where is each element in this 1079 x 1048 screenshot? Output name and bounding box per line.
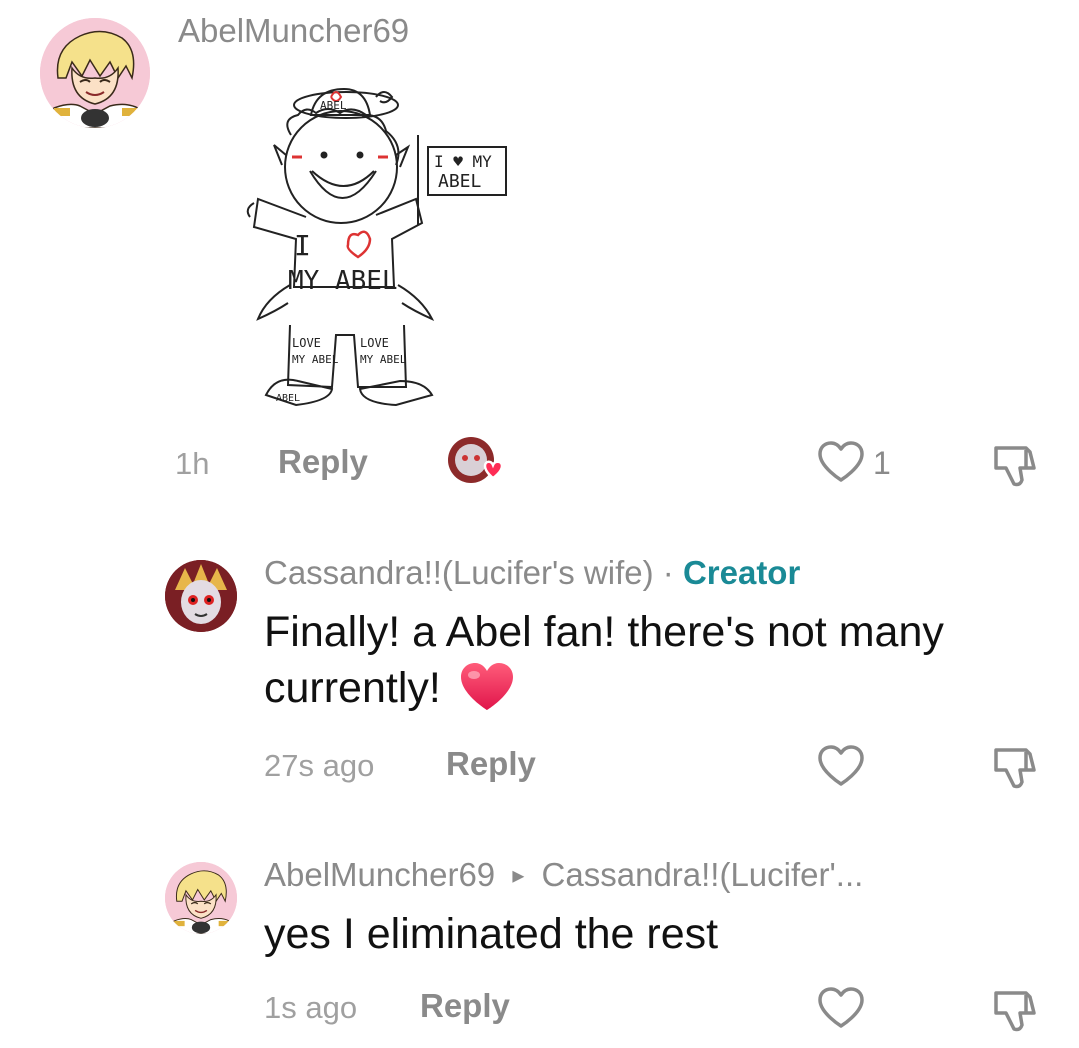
comment-time: 27s ago xyxy=(264,748,375,783)
shoe-text: ABEL xyxy=(276,393,300,404)
cap-text: ABEL xyxy=(320,99,347,112)
heart-outline-icon xyxy=(818,745,864,786)
comment-text-content: Finally! a Abel fan! there's not many cu… xyxy=(264,608,944,712)
thumbs-down-icon xyxy=(994,991,1036,1032)
avatar[interactable] xyxy=(165,560,237,632)
dislike-button[interactable] xyxy=(990,985,1040,1035)
anime-avatar-icon xyxy=(40,18,150,128)
comment-text: yes I eliminated the rest xyxy=(264,910,719,958)
anime-avatar-icon xyxy=(165,862,237,934)
comment-username[interactable]: Cassandra!!(Lucifer's wife) xyxy=(264,554,654,591)
abel-fan-drawing: ABEL I ♥ MY ABEL I MY ABEL LOVE MY ABEL … xyxy=(246,87,507,407)
dislike-button[interactable] xyxy=(990,440,1040,490)
dislike-button[interactable] xyxy=(990,742,1040,792)
reply-to-username[interactable]: Cassandra!!(Lucifer'... xyxy=(542,856,864,893)
pants-text-2: MY ABEL xyxy=(292,353,339,366)
thumbs-down-icon xyxy=(994,748,1036,789)
like-count: 1 xyxy=(873,445,891,481)
comment-username[interactable]: AbelMuncher69 xyxy=(264,856,495,893)
comment-header: AbelMuncher69 ▸ Cassandra!!(Lucifer'... xyxy=(264,856,863,894)
creator-liked-indicator xyxy=(445,436,505,488)
comment-header: Cassandra!!(Lucifer's wife) · Creator xyxy=(264,554,800,592)
comment-sticker: ABEL I ♥ MY ABEL I MY ABEL LOVE MY ABEL … xyxy=(236,75,516,415)
shirt-text-2: MY ABEL xyxy=(288,266,398,296)
pants-text-3: LOVE xyxy=(360,336,389,350)
reply-button[interactable]: Reply xyxy=(446,745,536,783)
creator-liked-avatar-icon xyxy=(448,437,504,483)
avatar[interactable] xyxy=(165,862,237,934)
creator-avatar-icon xyxy=(165,560,237,632)
like-button[interactable] xyxy=(816,986,866,1030)
shirt-text-1: I xyxy=(294,229,311,262)
avatar[interactable] xyxy=(40,18,150,128)
comment-time: 1s ago xyxy=(264,990,358,1025)
flag-text-1: I ♥ MY xyxy=(434,152,492,171)
heart-outline-icon xyxy=(818,441,864,482)
comment-time: 1h xyxy=(175,446,210,481)
thumbs-down-icon xyxy=(994,446,1036,487)
heart-emoji xyxy=(460,663,513,710)
separator: · xyxy=(653,554,683,591)
creator-badge: Creator xyxy=(682,554,801,591)
flag-text-2: ABEL xyxy=(438,171,482,192)
reply-button[interactable]: Reply xyxy=(278,443,368,481)
like-button[interactable] xyxy=(816,440,866,484)
pants-text-1: LOVE xyxy=(292,336,321,350)
like-button[interactable] xyxy=(816,744,866,788)
reply-button[interactable]: Reply xyxy=(420,987,510,1025)
comment-username[interactable]: AbelMuncher69 xyxy=(178,12,409,50)
comment-text: Finally! a Abel fan! there's not many cu… xyxy=(264,604,984,716)
reply-arrow-icon: ▸ xyxy=(512,862,525,889)
pants-text-4: MY ABEL xyxy=(360,353,407,366)
heart-outline-icon xyxy=(818,987,864,1028)
